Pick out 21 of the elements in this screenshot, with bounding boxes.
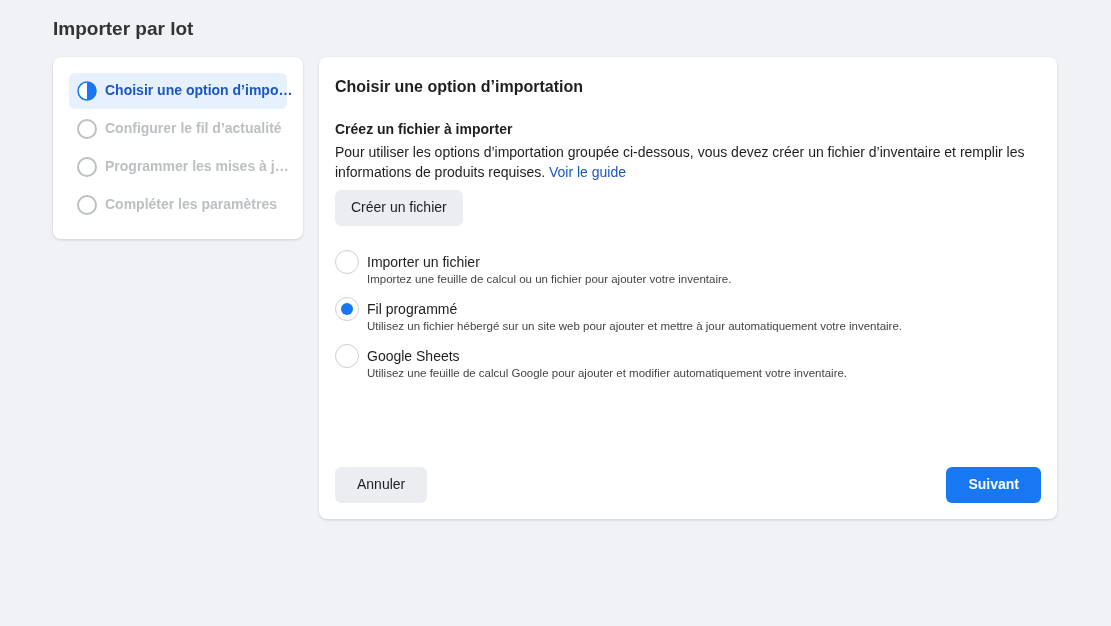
- radio-button[interactable]: [335, 343, 359, 368]
- page-title: Importer par lot: [53, 18, 195, 41]
- radio-button[interactable]: [335, 249, 359, 274]
- circle-icon: [77, 156, 97, 177]
- option-label: Importer un fichier: [367, 252, 481, 271]
- panel-title: Choisir une option d’importation: [335, 76, 584, 97]
- create-file-button[interactable]: Créer un fichier: [335, 189, 463, 226]
- option-description: Utilisez une feuille de calcul Google pour ajouter et modifier automatiquement votre inventaire.: [367, 365, 848, 381]
- option-description: Utilisez un fichier hébergé sur un site web pour ajouter et mettre à jour automatiquement votre inventaire.: [367, 318, 903, 334]
- option-label: Fil programmé: [367, 299, 459, 318]
- circle-icon: [77, 118, 97, 139]
- radio-button[interactable]: [335, 296, 359, 321]
- cancel-button[interactable]: Annuler: [335, 466, 428, 503]
- option-label: Google Sheets: [367, 346, 461, 365]
- option-description: Importez une feuille de calcul ou un fichier pour ajouter votre inventaire.: [367, 271, 732, 287]
- next-button[interactable]: Suivant: [946, 466, 1041, 503]
- section-heading: Créez un fichier à importer: [335, 119, 514, 139]
- guide-link[interactable]: Voir le guide: [549, 163, 627, 180]
- circle-icon: [77, 194, 97, 215]
- description-text: Pour utiliser les options d’importation groupée ci-dessous, vous devez créer un fichier d’inventaire et remplir les informations de produits requises. Voir le guide: [335, 142, 1026, 182]
- half-circle-icon: [77, 80, 97, 101]
